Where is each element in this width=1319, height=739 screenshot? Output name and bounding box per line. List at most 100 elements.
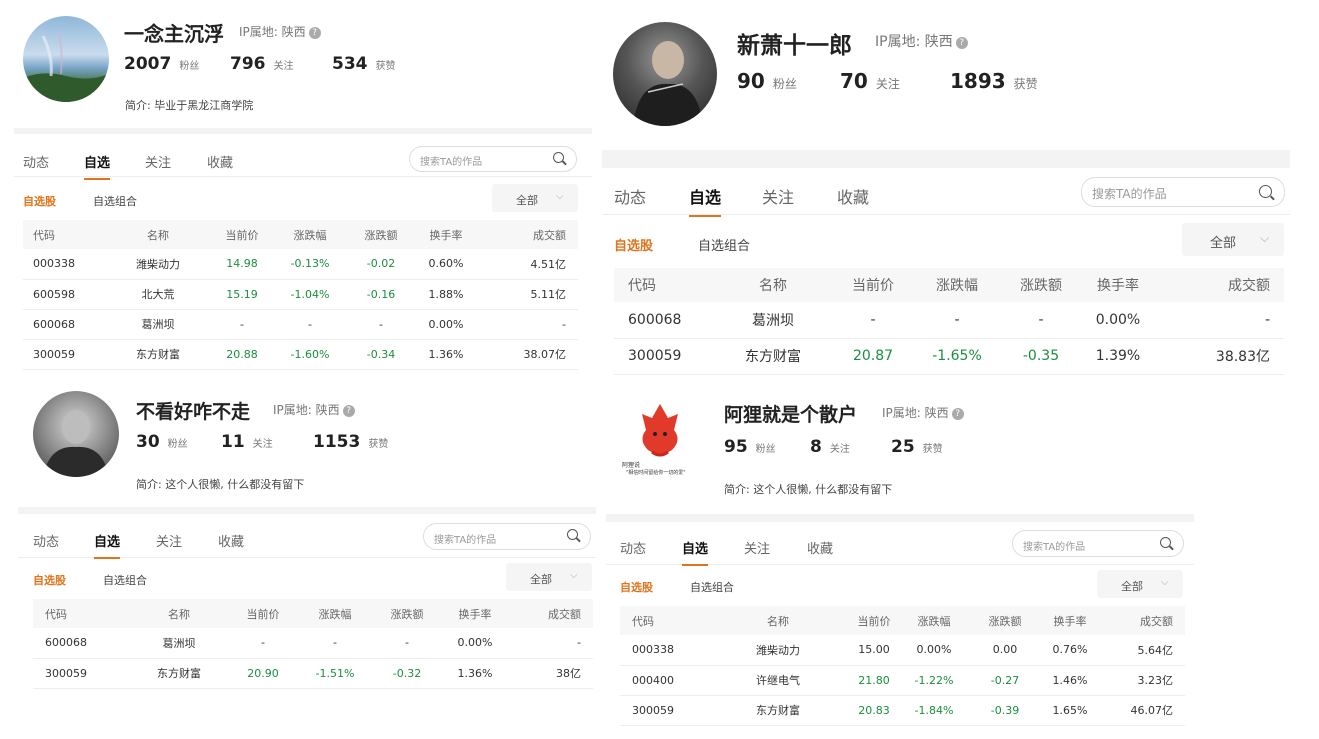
filter-dropdown[interactable]: 全部 ⌵	[1097, 570, 1183, 598]
col-volume[interactable]: 成交额	[1160, 268, 1284, 302]
col-change-pct[interactable]: 涨跌幅	[908, 268, 1006, 302]
table-row[interactable]: 600068 葛洲坝 - - - 0.00% -	[23, 309, 578, 340]
avatar[interactable]	[33, 391, 119, 477]
tab-following[interactable]: 关注	[156, 531, 182, 550]
search-input[interactable]: 搜索TA的作品	[1081, 177, 1285, 207]
col-volume[interactable]: 成交额	[1100, 606, 1185, 635]
fans-stat[interactable]: 90 粉丝	[737, 69, 797, 93]
col-change-amt[interactable]: 涨跌额	[349, 220, 413, 249]
cell-name[interactable]: 北大荒	[103, 279, 213, 310]
col-change-pct[interactable]: 涨跌幅	[271, 220, 349, 249]
subtab-portfolios[interactable]: 自选组合	[103, 572, 147, 588]
col-turnover[interactable]: 换手率	[1076, 268, 1160, 302]
cell-name[interactable]: 东方财富	[708, 338, 838, 375]
search-icon[interactable]	[567, 529, 578, 540]
col-turnover[interactable]: 换手率	[1040, 606, 1100, 635]
col-change-pct[interactable]: 涨跌幅	[293, 599, 377, 628]
tab-favorites[interactable]: 收藏	[807, 538, 833, 557]
col-code[interactable]: 代码	[23, 220, 103, 249]
question-circle-icon[interactable]: ?	[951, 408, 964, 420]
search-input[interactable]: 搜索TA的作品	[409, 146, 577, 172]
table-row[interactable]: 000338 潍柴动力 14.98 -0.13% -0.02 0.60% 4.5…	[23, 249, 578, 280]
fans-stat[interactable]: 30 粉丝	[136, 432, 188, 452]
table-row[interactable]: 300059 东方财富 20.83 -1.84% -0.39 1.65% 46.…	[620, 695, 1185, 726]
tab-activity[interactable]: 动态	[33, 531, 59, 550]
subtab-stocks[interactable]: 自选股	[620, 579, 653, 595]
subtab-portfolios[interactable]: 自选组合	[698, 235, 750, 254]
table-row[interactable]: 300059 东方财富 20.88 -1.60% -0.34 1.36% 38.…	[23, 339, 578, 370]
col-price[interactable]: 当前价	[850, 606, 898, 635]
col-change-pct[interactable]: 涨跌幅	[898, 606, 970, 635]
col-code[interactable]: 代码	[33, 599, 125, 628]
tab-watchlist[interactable]: 自选	[84, 152, 111, 180]
filter-dropdown[interactable]: 全部 ⌵	[492, 184, 578, 212]
col-volume[interactable]: 成交额	[479, 220, 578, 249]
search-icon[interactable]	[1259, 185, 1272, 198]
table-row[interactable]: 300059 东方财富 20.87 -1.65% -0.35 1.39% 38.…	[614, 338, 1284, 375]
col-price[interactable]: 当前价	[213, 220, 271, 249]
fans-stat[interactable]: 2007 粉丝	[124, 54, 199, 74]
question-circle-icon[interactable]: ?	[308, 27, 321, 39]
subtab-stocks[interactable]: 自选股	[33, 572, 66, 588]
col-name[interactable]: 名称	[706, 606, 850, 635]
tab-favorites[interactable]: 收藏	[207, 152, 233, 171]
question-circle-icon[interactable]: ?	[955, 37, 968, 49]
col-name[interactable]: 名称	[125, 599, 233, 628]
avatar[interactable]	[613, 22, 717, 126]
avatar[interactable]	[23, 16, 109, 102]
col-volume[interactable]: 成交额	[513, 599, 593, 628]
tab-watchlist[interactable]: 自选	[682, 538, 709, 566]
table-row[interactable]: 600068 葛洲坝 - - - 0.00% -	[614, 302, 1284, 339]
question-circle-icon[interactable]: ?	[342, 405, 355, 417]
col-turnover[interactable]: 换手率	[437, 599, 513, 628]
tab-following[interactable]: 关注	[744, 538, 770, 557]
cell-name[interactable]: 东方财富	[706, 695, 850, 726]
col-price[interactable]: 当前价	[838, 268, 908, 302]
table-row[interactable]: 000400 许继电气 21.80 -1.22% -0.27 1.46% 3.2…	[620, 665, 1185, 696]
search-icon[interactable]	[1160, 537, 1171, 548]
col-name[interactable]: 名称	[103, 220, 213, 249]
col-name[interactable]: 名称	[708, 268, 838, 302]
col-change-amt[interactable]: 涨跌额	[1006, 268, 1076, 302]
subtab-stocks[interactable]: 自选股	[23, 193, 56, 209]
col-change-amt[interactable]: 涨跌额	[377, 599, 437, 628]
cell-name[interactable]: 葛洲坝	[103, 309, 213, 340]
follow-stat[interactable]: 70 关注	[840, 69, 900, 93]
subtab-stocks[interactable]: 自选股	[614, 235, 653, 254]
filter-dropdown[interactable]: 全部 ⌵	[506, 563, 592, 591]
tab-activity[interactable]: 动态	[23, 152, 49, 171]
subtab-portfolios[interactable]: 自选组合	[93, 193, 137, 209]
follow-stat[interactable]: 11 关注	[221, 432, 273, 452]
fans-stat[interactable]: 95 粉丝	[724, 437, 776, 457]
table-row[interactable]: 600598 北大荒 15.19 -1.04% -0.16 1.88% 5.11…	[23, 279, 578, 310]
table-row[interactable]: 600068 葛洲坝 - - - 0.00% -	[33, 628, 593, 659]
cell-name[interactable]: 潍柴动力	[706, 635, 850, 666]
cell-name[interactable]: 葛洲坝	[125, 628, 233, 659]
col-code[interactable]: 代码	[620, 606, 706, 635]
tab-following[interactable]: 关注	[145, 152, 171, 171]
cell-name[interactable]: 潍柴动力	[103, 249, 213, 280]
cell-name[interactable]: 许继电气	[706, 665, 850, 696]
follow-stat[interactable]: 8 关注	[810, 437, 850, 457]
search-input[interactable]: 搜索TA的作品	[423, 523, 591, 550]
col-turnover[interactable]: 换手率	[413, 220, 479, 249]
tab-favorites[interactable]: 收藏	[218, 531, 244, 550]
table-row[interactable]: 300059 东方财富 20.90 -1.51% -0.32 1.36% 38亿	[33, 658, 593, 689]
col-code[interactable]: 代码	[614, 268, 708, 302]
avatar[interactable]: 阿狸说 "相信时间留给你一切的爱"	[612, 396, 708, 482]
cell-name[interactable]: 东方财富	[103, 339, 213, 370]
col-change-amt[interactable]: 涨跌额	[970, 606, 1040, 635]
cell-name[interactable]: 葛洲坝	[708, 302, 838, 339]
tab-activity[interactable]: 动态	[620, 538, 646, 557]
follow-stat[interactable]: 796 关注	[230, 54, 294, 74]
tab-favorites[interactable]: 收藏	[837, 184, 869, 208]
tab-watchlist[interactable]: 自选	[94, 531, 121, 559]
search-icon[interactable]	[553, 152, 564, 163]
tab-watchlist[interactable]: 自选	[689, 184, 722, 217]
subtab-portfolios[interactable]: 自选组合	[690, 579, 734, 595]
col-price[interactable]: 当前价	[233, 599, 293, 628]
tab-activity[interactable]: 动态	[614, 184, 646, 208]
table-row[interactable]: 000338 潍柴动力 15.00 0.00% 0.00 0.76% 5.64亿	[620, 635, 1185, 666]
search-input[interactable]: 搜索TA的作品	[1012, 530, 1184, 557]
tab-following[interactable]: 关注	[762, 184, 794, 208]
